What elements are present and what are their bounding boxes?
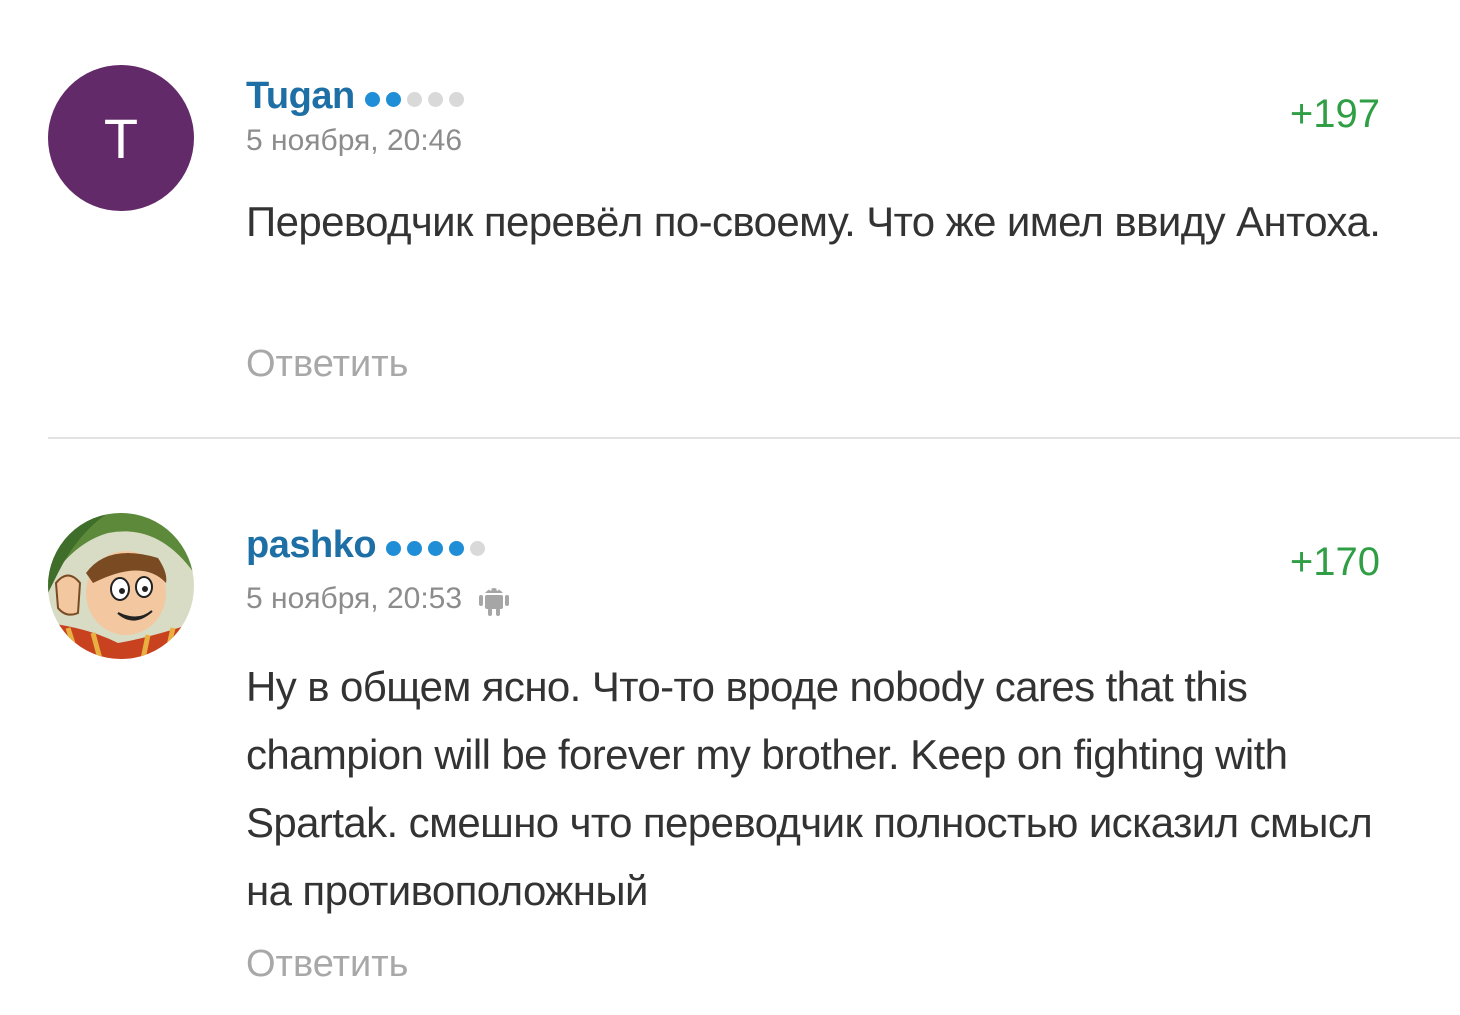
reply-button[interactable]: Ответить [246,343,408,386]
username-link[interactable]: Tugan [246,75,355,118]
rating-dot [470,540,486,556]
user-rating-dots [386,540,491,556]
timestamp-line: 5 ноября, 20:53 [246,579,510,619]
comment-score: +170 [1289,540,1380,584]
comment-text: Ну в общем ясно. Что-то вроде nobody car… [246,663,1373,914]
comments-list: T Tugan 5 ноября, 20:46 +197 Переводчик … [0,0,1460,1015]
username-link[interactable]: pashko [246,524,377,567]
comment-text: Переводчик перевёл по-своему. Что же име… [246,198,1381,245]
comment-score: +197 [1289,92,1380,136]
rating-dot [428,540,444,556]
comment-item: pashko 5 ноября, 20:53 +170 Ну в общем я… [0,440,1460,1015]
user-rating-dots [364,91,470,107]
rating-dot [406,91,422,107]
android-icon [478,581,510,617]
rating-dot [386,540,402,556]
reply-button[interactable]: Ответить [246,943,408,986]
cartoon-avatar-icon[interactable] [48,513,194,659]
rating-dot [427,91,443,107]
rating-dot [448,91,464,107]
avatar-letter: T [103,106,139,170]
rating-dot [449,540,465,556]
rating-dot [364,91,380,107]
comment-timestamp: 5 ноября, 20:46 [246,124,463,157]
author-line: pashko [246,521,491,569]
avatar[interactable]: T [48,65,194,211]
rating-dot [407,540,423,556]
comment-timestamp: 5 ноября, 20:53 [246,582,463,615]
timestamp-line: 5 ноября, 20:46 [246,121,462,161]
author-line: Tugan [246,72,470,120]
comment-divider [48,437,1460,439]
comment-item: T Tugan 5 ноября, 20:46 +197 Переводчик … [0,0,1460,438]
rating-dot [385,91,401,107]
